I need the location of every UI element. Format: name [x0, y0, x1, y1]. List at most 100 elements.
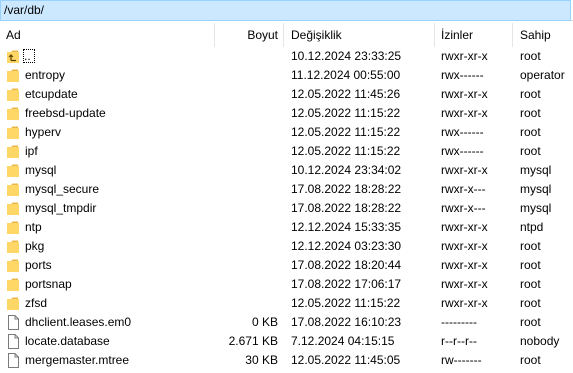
- folder-icon: [6, 277, 20, 292]
- name-cell: mergemaster.mtree: [6, 351, 212, 370]
- file-icon: [6, 334, 20, 349]
- file-list: .. 10.12.2024 23:33:25 rwxr-xr-x root entrop…: [0, 47, 573, 370]
- permissions-cell: ---------: [441, 315, 477, 329]
- size-cell: [214, 256, 278, 275]
- column-header-permissions[interactable]: İzinler: [435, 23, 513, 47]
- file-row[interactable]: locate.database 2.671 KB 7.12.2024 04:15:1…: [0, 332, 573, 351]
- name-cell: pkg: [6, 237, 212, 256]
- folder-icon: [6, 163, 20, 178]
- owner-cell: root: [520, 258, 541, 272]
- permissions-cell: rwxr-xr-x: [441, 49, 488, 63]
- folder-row[interactable]: etcupdate 12.05.2022 11:45:26 rwxr-xr-x roo…: [0, 85, 573, 104]
- folder-row[interactable]: ipf 12.05.2022 11:15:22 rwx------ root: [0, 142, 573, 161]
- column-header-size-label: Boyut: [247, 28, 278, 42]
- name-cell: zfsd: [6, 294, 212, 313]
- owner-cell: root: [520, 87, 541, 101]
- owner-cell: mysql: [520, 163, 552, 177]
- name-cell: dhclient.leases.em0: [6, 313, 212, 332]
- file-row[interactable]: dhclient.leases.em0 0 KB 17.08.2022 16:10:…: [0, 313, 573, 332]
- permissions-cell: rwxr-x---: [441, 201, 486, 215]
- modified-cell: 17.08.2022 17:06:17: [291, 277, 402, 291]
- modified-cell: 12.05.2022 11:15:22: [291, 125, 401, 139]
- file-name: ntp: [25, 220, 42, 234]
- modified-cell: 12.05.2022 11:15:22: [291, 296, 401, 310]
- folder-row[interactable]: ports 17.08.2022 18:20:44 rwxr-xr-x root: [0, 256, 573, 275]
- name-cell: mysql_secure: [6, 180, 212, 199]
- owner-cell: root: [520, 49, 541, 63]
- owner-cell: root: [520, 125, 541, 139]
- permissions-cell: rwxr-xr-x: [441, 258, 488, 272]
- size-cell: [214, 237, 278, 256]
- folder-row[interactable]: mysql_tmpdir 17.08.2022 18:28:22 rwxr-x---…: [0, 199, 573, 218]
- owner-cell: root: [520, 353, 541, 367]
- file-name: hyperv: [25, 125, 62, 139]
- modified-cell: 10.12.2024 23:33:25: [291, 49, 402, 63]
- modified-cell: 17.08.2022 18:28:22: [291, 201, 402, 215]
- file-name: mysql_secure: [25, 182, 100, 196]
- name-cell: locate.database: [6, 332, 212, 351]
- size-cell: [214, 47, 278, 66]
- folder-row[interactable]: mysql 10.12.2024 23:34:02 rwxr-xr-x mysql: [0, 161, 573, 180]
- folder-row[interactable]: hyperv 12.05.2022 11:15:22 rwx------ root: [0, 123, 573, 142]
- size-cell: [214, 275, 278, 294]
- column-header-name[interactable]: Ad: [0, 23, 215, 47]
- folder-row[interactable]: portsnap 17.08.2022 17:06:17 rwxr-xr-x root: [0, 275, 573, 294]
- permissions-cell: r--r--r--: [441, 334, 477, 348]
- owner-cell: root: [520, 277, 541, 291]
- owner-cell: root: [520, 239, 541, 253]
- owner-cell: mysql: [520, 182, 552, 196]
- column-header-owner-label: Sahip: [520, 28, 551, 42]
- folder-icon: [6, 144, 20, 159]
- path-bar-highlight: [0, 0, 571, 21]
- owner-cell: ntpd: [520, 220, 544, 234]
- modified-cell: 17.08.2022 18:20:44: [291, 258, 402, 272]
- size-cell: [214, 66, 278, 85]
- folder-icon: [6, 296, 20, 311]
- name-cell: portsnap: [6, 275, 212, 294]
- file-icon: [6, 353, 20, 368]
- file-name: mysql: [25, 163, 57, 177]
- name-cell: freebsd-update: [6, 104, 212, 123]
- size-cell: 0 KB: [251, 315, 278, 329]
- owner-cell: root: [520, 296, 541, 310]
- folder-icon: [6, 201, 20, 216]
- size-cell: [214, 180, 278, 199]
- folder-icon: [6, 258, 20, 273]
- folder-row[interactable]: ntp 12.12.2024 15:33:35 rwxr-xr-x ntpd: [0, 218, 573, 237]
- modified-cell: 12.05.2022 11:15:22: [291, 144, 401, 158]
- file-name: zfsd: [25, 296, 48, 310]
- owner-cell: operator: [520, 68, 565, 82]
- focus-rectangle: [23, 49, 35, 63]
- owner-cell: root: [520, 106, 541, 120]
- owner-cell: root: [520, 315, 541, 329]
- column-header-modified-label: Değişiklik: [291, 28, 342, 42]
- column-header-row: Ad Boyut Değişiklik İzinler Sahip: [0, 23, 573, 47]
- name-cell: etcupdate: [6, 85, 212, 104]
- modified-cell: 12.05.2022 11:45:05: [291, 353, 401, 367]
- folder-row[interactable]: pkg 12.12.2024 03:23:30 rwxr-xr-x root: [0, 237, 573, 256]
- file-row[interactable]: mergemaster.mtree 30 KB 12.05.2022 11:45:0…: [0, 351, 573, 370]
- file-name: ipf: [25, 144, 38, 158]
- folder-icon: [6, 125, 20, 140]
- folder-row[interactable]: freebsd-update 12.05.2022 11:15:22 rwxr-xr…: [0, 104, 573, 123]
- file-name: pkg: [25, 239, 45, 253]
- owner-cell: root: [520, 144, 541, 158]
- size-cell: [214, 142, 278, 161]
- folder-row[interactable]: zfsd 12.05.2022 11:15:22 rwxr-xr-x root: [0, 294, 573, 313]
- size-cell: [214, 294, 278, 313]
- size-cell: [214, 199, 278, 218]
- size-cell: 30 KB: [245, 353, 278, 367]
- column-header-owner[interactable]: Sahip: [513, 23, 573, 47]
- size-cell: [214, 104, 278, 123]
- modified-cell: 12.12.2024 15:33:35: [291, 220, 402, 234]
- column-header-modified[interactable]: Değişiklik: [284, 23, 435, 47]
- folder-row[interactable]: mysql_secure 17.08.2022 18:28:22 rwxr-x---…: [0, 180, 573, 199]
- folder-row[interactable]: .. 10.12.2024 23:33:25 rwxr-xr-x root: [0, 47, 573, 66]
- path-bar[interactable]: /var/db/: [0, 0, 573, 21]
- column-header-size[interactable]: Boyut: [215, 23, 284, 47]
- owner-cell: nobody: [520, 334, 560, 348]
- permissions-cell: rwx------: [441, 125, 484, 139]
- file-name: portsnap: [25, 277, 72, 291]
- folder-row[interactable]: entropy 11.12.2024 00:55:00 rwx------ opera…: [0, 66, 573, 85]
- modified-cell: 12.12.2024 03:23:30: [291, 239, 402, 253]
